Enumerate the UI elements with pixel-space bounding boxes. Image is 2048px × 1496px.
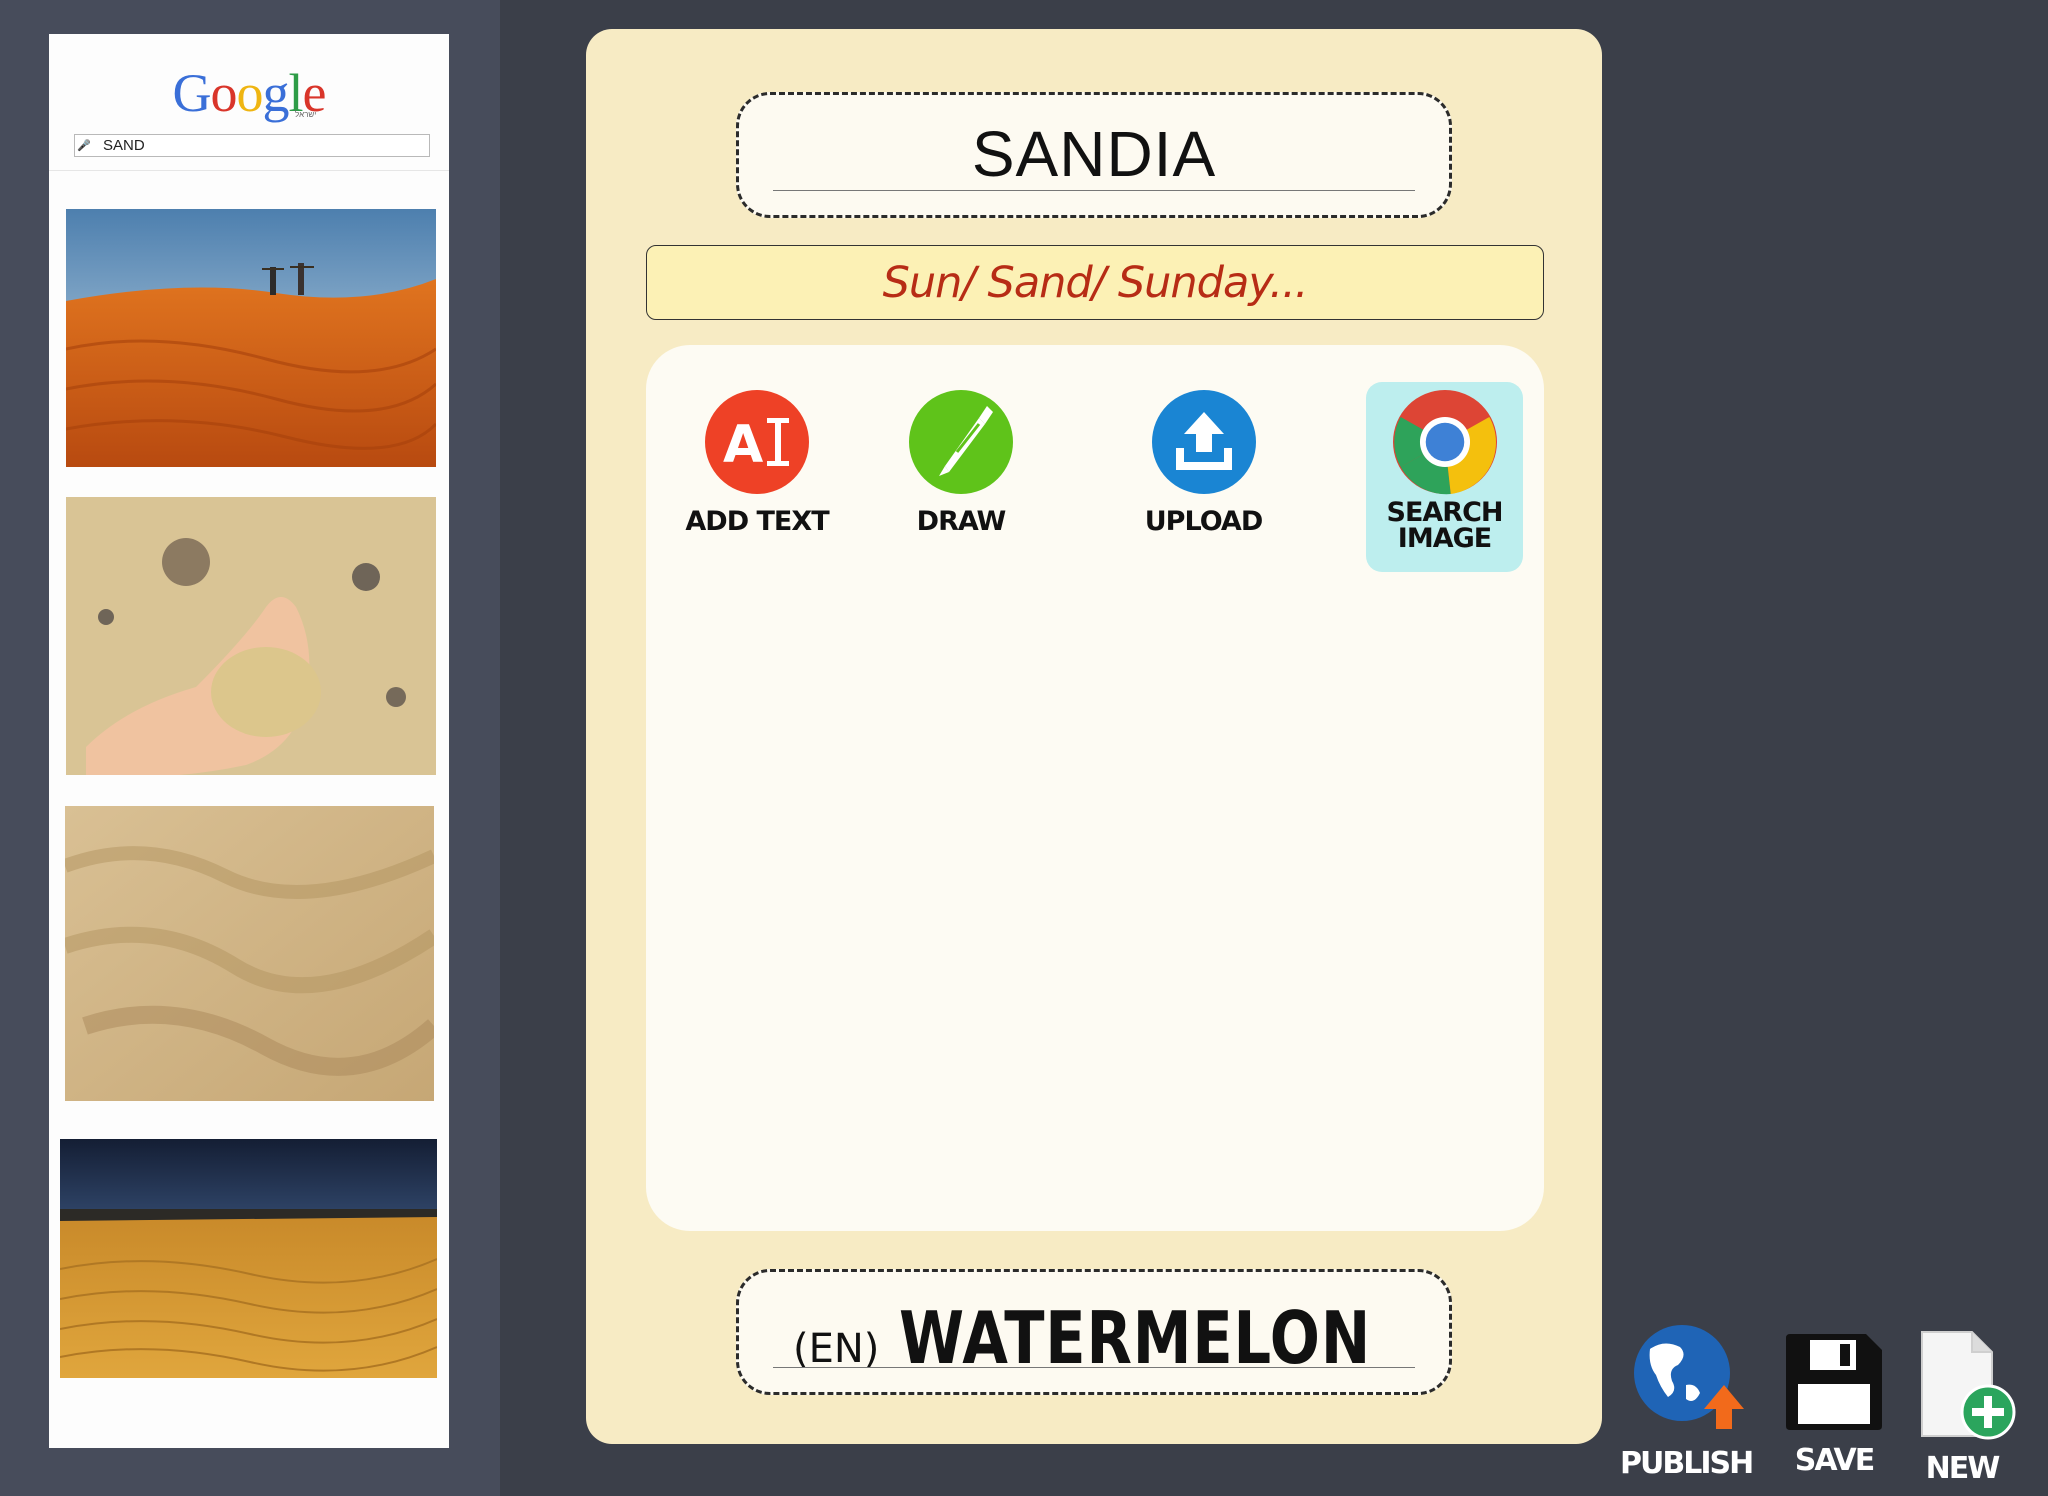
add-text-icon: A [705, 390, 809, 494]
translation-field[interactable]: (EN) WATERMELON [736, 1269, 1452, 1395]
word-underline [773, 190, 1415, 191]
google-region-label: ישראל [295, 110, 317, 119]
upload-button[interactable]: UPLOAD [1121, 390, 1286, 535]
globe-upload-icon [1634, 1325, 1744, 1429]
word-field[interactable]: SANDIA [736, 92, 1452, 218]
search-result-image-3[interactable] [65, 806, 434, 1101]
new-label: NEW [1925, 1451, 2001, 1486]
sand-ripples-image [65, 806, 434, 1101]
new-document-icon [1921, 1331, 2016, 1440]
search-query: SAND [103, 137, 145, 154]
floppy-disk-icon [1786, 1334, 1882, 1430]
upload-label: UPLOAD [1144, 506, 1264, 537]
save-button[interactable]: SAVE [1776, 1330, 1892, 1478]
add-text-button[interactable]: A ADD TEXT [672, 390, 842, 535]
word-text: SANDIA [971, 118, 1217, 190]
save-label: SAVE [1794, 1443, 1876, 1478]
draw-button[interactable]: DRAW [886, 390, 1036, 535]
image-search-panel: Google ישראל 🎤 SAND [49, 34, 449, 1448]
desert-dunes-people-image [66, 209, 436, 467]
search-result-image-1[interactable] [66, 209, 436, 467]
divider [49, 170, 449, 171]
hand-holding-sand-image [66, 497, 436, 775]
upload-icon [1151, 390, 1256, 494]
hint-field[interactable]: Sun/ Sand/ Sunday... [646, 245, 1544, 320]
publish-button[interactable]: PUBLISH [1620, 1325, 1754, 1481]
google-logo: Google [172, 63, 327, 123]
new-button[interactable]: NEW [1908, 1330, 2016, 1486]
language-tag: (EN) [793, 1326, 880, 1372]
search-image-button[interactable]: SEARCH IMAGE [1366, 382, 1523, 572]
search-result-image-2[interactable] [66, 497, 436, 775]
microphone-icon[interactable]: 🎤 [75, 135, 93, 156]
word-card: SANDIA Sun/ Sand/ Sunday... A ADD TEXT D… [586, 29, 1602, 1444]
publish-label: PUBLISH [1620, 1446, 1754, 1481]
draw-label: DRAW [916, 506, 1007, 537]
add-text-label: ADD TEXT [685, 506, 829, 537]
desert-stormy-sky-image [60, 1139, 437, 1378]
search-input[interactable]: 🎤 SAND [74, 134, 430, 157]
translation-underline [773, 1367, 1415, 1368]
svg-text:A: A [723, 415, 763, 475]
search-result-image-4[interactable] [60, 1139, 437, 1378]
card-canvas[interactable]: A ADD TEXT DRAW UPLOAD SEARCH IMAGE [646, 345, 1544, 1231]
search-image-label: SEARCH IMAGE [1386, 497, 1504, 554]
hint-text: Sun/ Sand/ Sunday... [882, 257, 1309, 308]
chrome-icon [1392, 390, 1497, 495]
pencil-icon [909, 390, 1013, 494]
